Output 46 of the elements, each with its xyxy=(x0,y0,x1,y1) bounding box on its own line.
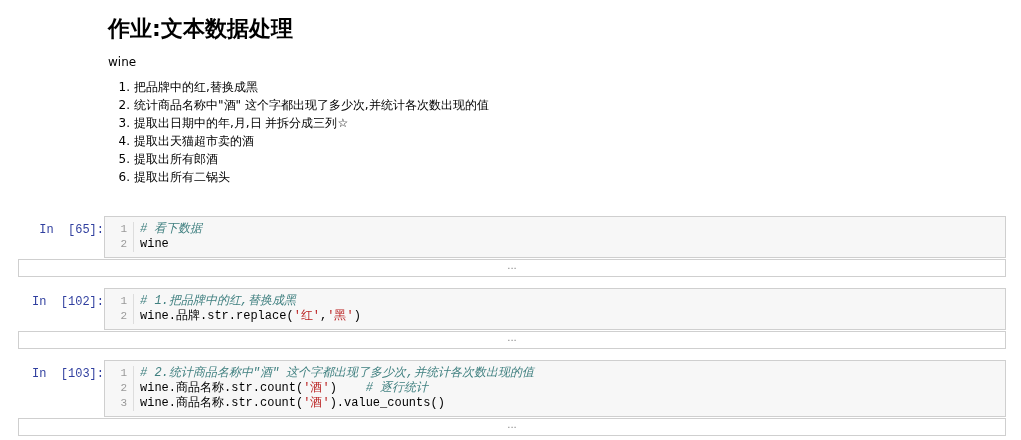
line-number: 1 xyxy=(120,294,127,309)
code-text: wine.品牌.str.replace( xyxy=(140,309,294,323)
line-number: 2 xyxy=(120,237,127,252)
code-string: '黑' xyxy=(327,309,354,323)
code-editor[interactable]: 1 2 3 # 2.统计商品名称中"酒" 这个字都出现了多少次,并统计各次数出现的值 wine.商品名称.str.count('酒') # 逐行统计 wine.商品名称.str.count('酒').value_counts() xyxy=(104,360,1006,417)
input-prompt: In [103]: xyxy=(31,367,104,382)
input-prompt: In [65]: xyxy=(38,223,104,238)
code-string: '红' xyxy=(293,309,321,323)
code-comment: # 逐行统计 xyxy=(365,381,429,395)
task-item: 提取出天猫超市卖的酒 xyxy=(134,133,254,150)
code-text: ) xyxy=(329,381,338,395)
task-item: 把品牌中的红,替换成黑 xyxy=(134,79,258,96)
code-string: '酒' xyxy=(303,381,330,395)
task-item: 提取出所有二锅头 xyxy=(134,169,230,186)
code-string: '酒' xyxy=(303,396,330,410)
line-number: 1 xyxy=(120,366,127,381)
input-prompt: In [102]: xyxy=(31,295,104,310)
code-text: ) xyxy=(353,309,361,323)
code-text: wine.商品名称.str.count( xyxy=(140,396,304,410)
code-comment: # 看下数据 xyxy=(140,222,203,236)
task-item: 提取出所有郎酒 xyxy=(134,151,218,168)
notebook-heading: 作业:文本数据处理 xyxy=(108,15,294,43)
line-number: 2 xyxy=(120,309,127,324)
code-text: wine xyxy=(140,237,169,251)
code-comment: # 2.统计商品名称中"酒" 这个字都出现了多少次,并统计各次数出现的值 xyxy=(140,366,534,380)
task-item: 提取出日期中的年,月,日 并拆分成三列☆ xyxy=(134,115,349,132)
code-editor[interactable]: 1 2 # 1.把品牌中的红,替换成黑 wine.品牌.str.replace('红','黑') xyxy=(104,288,1006,330)
line-number: 3 xyxy=(120,396,127,411)
task-item: 统计商品名称中"酒" 这个字都出现了多少次,并统计各次数出现的值 xyxy=(134,97,489,114)
list-number: 3. xyxy=(118,115,130,132)
list-number: 1. xyxy=(118,79,130,96)
line-number: 1 xyxy=(120,222,127,237)
code-text: ).value_counts() xyxy=(329,396,445,410)
code-text: , xyxy=(320,309,328,323)
list-number: 5. xyxy=(118,151,130,168)
collapsed-output-button[interactable]: ... xyxy=(18,259,1006,277)
collapsed-output-button[interactable]: ... xyxy=(18,331,1006,349)
collapsed-output-button[interactable]: ... xyxy=(18,418,1006,436)
code-text: wine.商品名称.str.count( xyxy=(140,381,304,395)
code-comment: # 1.把品牌中的红,替换成黑 xyxy=(140,294,296,308)
list-number: 2. xyxy=(118,97,130,114)
subtitle-text: wine xyxy=(108,54,138,70)
line-number: 2 xyxy=(120,381,127,396)
code-editor[interactable]: 1 2 # 看下数据 wine xyxy=(104,216,1006,258)
list-number: 4. xyxy=(118,133,130,150)
list-number: 6. xyxy=(118,169,130,186)
